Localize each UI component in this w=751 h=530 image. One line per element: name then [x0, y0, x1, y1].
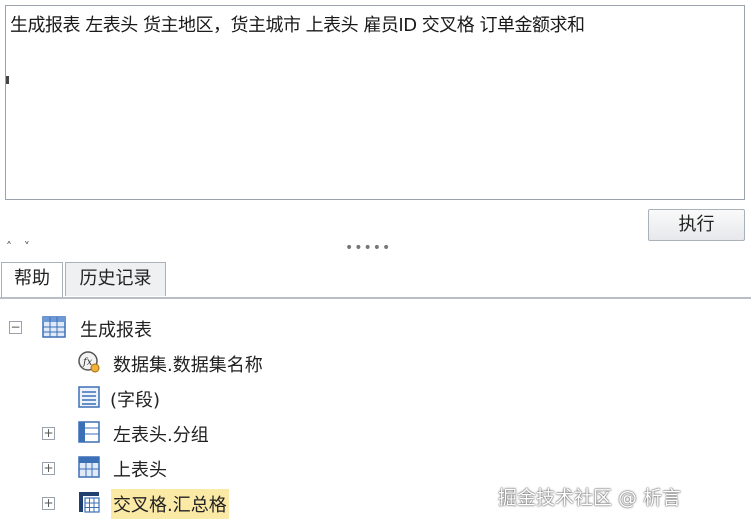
query-editor[interactable]: 生成报表 左表头 货主地区，货主城市 上表头 雇员ID 交叉格 订单金额求和 — [5, 5, 745, 200]
tree-node-label: (字段) — [110, 390, 161, 411]
splitter-handle[interactable]: ••••• — [345, 240, 391, 256]
table-grid-icon — [42, 316, 66, 338]
tree-node-dataset[interactable]: fx 数据集.数据集名称 — [0, 345, 751, 379]
tree-node-top-header[interactable]: + 上表头 — [0, 450, 751, 484]
function-icon: fx — [78, 351, 100, 373]
tree-node-label: 数据集.数据集名称 — [113, 355, 263, 376]
collapse-toggle-icon[interactable]: ˄ ˅ — [6, 240, 34, 254]
run-button[interactable]: 执行 — [648, 209, 745, 241]
tree-node-root[interactable]: − 生成报表 — [0, 310, 751, 344]
left-header-icon — [78, 421, 100, 443]
expand-node-icon[interactable]: + — [42, 497, 55, 510]
tab-history[interactable]: 历史记录 — [65, 262, 166, 296]
top-header-icon — [78, 456, 100, 478]
tree-node-label: 交叉格.汇总格 — [111, 489, 229, 519]
editor-resize-marker — [6, 76, 9, 84]
tab-help[interactable]: 帮助 — [1, 262, 63, 298]
tab-divider — [0, 297, 751, 299]
cross-cell-icon — [79, 492, 100, 513]
collapse-node-icon[interactable]: − — [9, 321, 22, 334]
tree-node-label: 生成报表 — [80, 320, 152, 341]
tree-node-fields[interactable]: (字段) — [0, 380, 751, 414]
tree-node-label: 上表头 — [113, 460, 167, 481]
tree-node-label: 左表头.分组 — [113, 425, 209, 446]
expand-node-icon[interactable]: + — [42, 462, 55, 475]
field-list-icon — [78, 386, 100, 408]
expand-node-icon[interactable]: + — [42, 427, 55, 440]
tab-bar: 帮助 历史记录 — [0, 262, 751, 298]
query-text[interactable]: 生成报表 左表头 货主地区，货主城市 上表头 雇员ID 交叉格 订单金额求和 — [10, 11, 585, 37]
watermark-text: 掘金技术社区 @ 析言 — [498, 487, 682, 509]
tree-node-left-header[interactable]: + 左表头.分组 — [0, 415, 751, 449]
